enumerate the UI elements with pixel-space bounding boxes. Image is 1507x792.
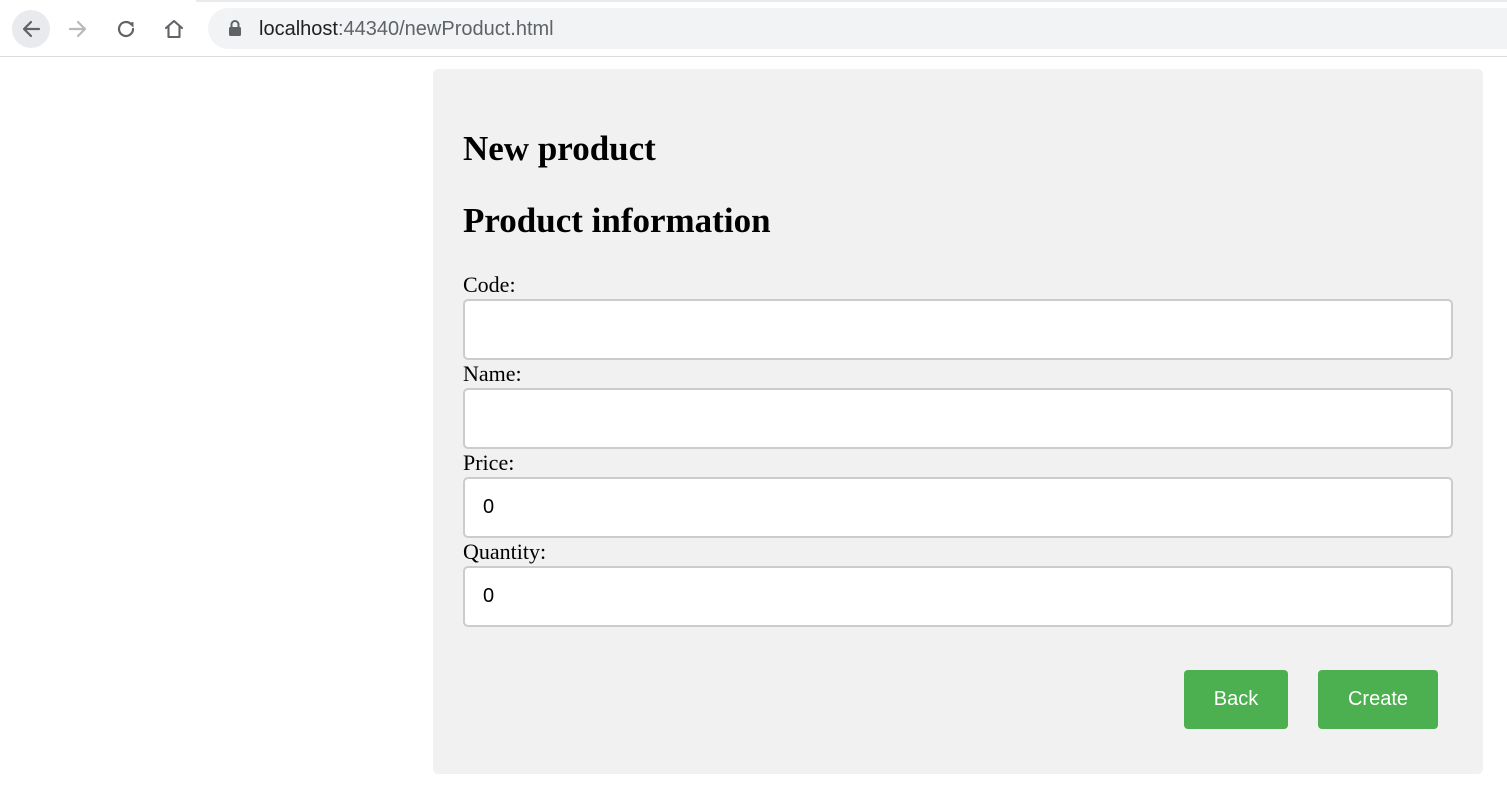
- url-path: :44340/newProduct.html: [337, 18, 554, 40]
- arrow-right-icon: [68, 20, 87, 38]
- new-product-panel: New product Product information Code: Na…: [433, 69, 1483, 774]
- code-label: Code:: [463, 272, 516, 297]
- forward-button[interactable]: [59, 10, 97, 48]
- tab-strip-edge: [196, 0, 1507, 2]
- page-title: New product: [463, 129, 656, 168]
- url-host: localhost: [259, 18, 338, 40]
- address-bar[interactable]: localhost:44340/newProduct.html: [208, 8, 1507, 49]
- browser-toolbar: localhost:44340/newProduct.html: [0, 0, 1507, 57]
- back-button[interactable]: [12, 10, 50, 48]
- home-icon: [164, 19, 184, 39]
- lock-icon: [229, 20, 241, 36]
- name-input[interactable]: [463, 388, 1453, 449]
- create-button[interactable]: Create: [1318, 670, 1438, 729]
- price-input[interactable]: [463, 477, 1453, 538]
- url-text: localhost:44340/newProduct.html: [259, 17, 554, 41]
- reload-button[interactable]: [107, 10, 145, 48]
- reload-icon: [117, 20, 135, 38]
- name-label: Name:: [463, 361, 522, 386]
- price-label: Price:: [463, 450, 515, 475]
- back-button-page[interactable]: Back: [1184, 670, 1288, 729]
- quantity-label: Quantity:: [463, 539, 547, 564]
- arrow-left-icon: [22, 20, 41, 38]
- code-input[interactable]: [463, 299, 1453, 360]
- section-title: Product information: [463, 201, 771, 240]
- quantity-input[interactable]: [463, 566, 1453, 627]
- home-button[interactable]: [155, 10, 193, 48]
